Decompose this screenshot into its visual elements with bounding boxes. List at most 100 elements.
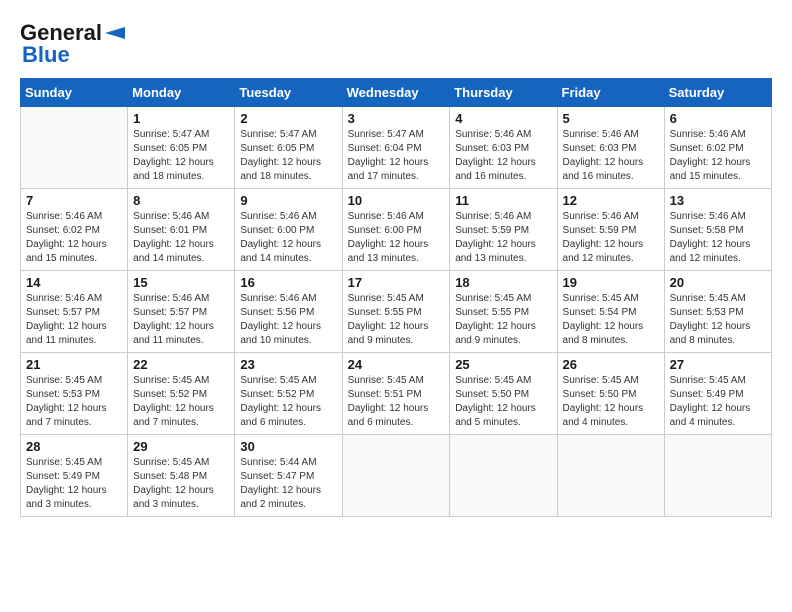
day-info: Sunrise: 5:45 AM Sunset: 5:49 PM Dayligh… xyxy=(26,456,122,512)
day-info: Sunrise: 5:45 AM Sunset: 5:49 PM Dayligh… xyxy=(670,374,766,430)
day-info: Sunrise: 5:45 AM Sunset: 5:55 PM Dayligh… xyxy=(348,292,445,348)
day-info: Sunrise: 5:46 AM Sunset: 5:59 PM Dayligh… xyxy=(455,210,551,266)
weekday-header-wednesday: Wednesday xyxy=(342,79,450,107)
day-info: Sunrise: 5:45 AM Sunset: 5:50 PM Dayligh… xyxy=(455,374,551,430)
day-number: 24 xyxy=(348,357,445,372)
day-number: 20 xyxy=(670,275,766,290)
day-info: Sunrise: 5:46 AM Sunset: 5:58 PM Dayligh… xyxy=(670,210,766,266)
day-number: 23 xyxy=(240,357,336,372)
day-number: 18 xyxy=(455,275,551,290)
page-header: General Blue xyxy=(20,20,772,68)
calendar-day-30: 30 Sunrise: 5:44 AM Sunset: 5:47 PM Dayli… xyxy=(235,435,342,517)
calendar-day-24: 24 Sunrise: 5:45 AM Sunset: 5:51 PM Dayli… xyxy=(342,353,450,435)
day-number: 21 xyxy=(26,357,122,372)
day-number: 15 xyxy=(133,275,229,290)
day-number: 3 xyxy=(348,111,445,126)
day-number: 22 xyxy=(133,357,229,372)
day-number: 9 xyxy=(240,193,336,208)
day-info: Sunrise: 5:45 AM Sunset: 5:53 PM Dayligh… xyxy=(26,374,122,430)
day-info: Sunrise: 5:45 AM Sunset: 5:53 PM Dayligh… xyxy=(670,292,766,348)
calendar-week-row: 21 Sunrise: 5:45 AM Sunset: 5:53 PM Dayli… xyxy=(21,353,772,435)
day-info: Sunrise: 5:47 AM Sunset: 6:05 PM Dayligh… xyxy=(133,128,229,184)
weekday-header-row: SundayMondayTuesdayWednesdayThursdayFrid… xyxy=(21,79,772,107)
calendar-day-17: 17 Sunrise: 5:45 AM Sunset: 5:55 PM Dayli… xyxy=(342,271,450,353)
day-info: Sunrise: 5:45 AM Sunset: 5:55 PM Dayligh… xyxy=(455,292,551,348)
calendar-day-18: 18 Sunrise: 5:45 AM Sunset: 5:55 PM Dayli… xyxy=(450,271,557,353)
day-info: Sunrise: 5:44 AM Sunset: 5:47 PM Dayligh… xyxy=(240,456,336,512)
day-info: Sunrise: 5:45 AM Sunset: 5:52 PM Dayligh… xyxy=(240,374,336,430)
calendar-empty-cell xyxy=(664,435,771,517)
calendar-empty-cell xyxy=(21,107,128,189)
calendar-week-row: 1 Sunrise: 5:47 AM Sunset: 6:05 PM Daylig… xyxy=(21,107,772,189)
day-number: 10 xyxy=(348,193,445,208)
calendar-day-23: 23 Sunrise: 5:45 AM Sunset: 5:52 PM Dayli… xyxy=(235,353,342,435)
day-info: Sunrise: 5:46 AM Sunset: 6:00 PM Dayligh… xyxy=(348,210,445,266)
day-number: 17 xyxy=(348,275,445,290)
day-info: Sunrise: 5:47 AM Sunset: 6:05 PM Dayligh… xyxy=(240,128,336,184)
logo-blue: Blue xyxy=(22,42,70,68)
calendar-day-8: 8Sunrise: 5:46 AM Sunset: 6:01 PM Daylig… xyxy=(128,189,235,271)
calendar-day-20: 20 Sunrise: 5:45 AM Sunset: 5:53 PM Dayli… xyxy=(664,271,771,353)
calendar-empty-cell xyxy=(342,435,450,517)
weekday-header-saturday: Saturday xyxy=(664,79,771,107)
day-number: 25 xyxy=(455,357,551,372)
day-number: 13 xyxy=(670,193,766,208)
calendar-day-13: 13 Sunrise: 5:46 AM Sunset: 5:58 PM Dayli… xyxy=(664,189,771,271)
calendar-day-11: 11 Sunrise: 5:46 AM Sunset: 5:59 PM Dayli… xyxy=(450,189,557,271)
calendar-day-14: 14 Sunrise: 5:46 AM Sunset: 5:57 PM Dayli… xyxy=(21,271,128,353)
day-number: 8 xyxy=(133,193,229,208)
logo: General Blue xyxy=(20,20,126,68)
calendar-day-7: 7 Sunrise: 5:46 AM Sunset: 6:02 PM Daylig… xyxy=(21,189,128,271)
logo-bird-icon xyxy=(103,24,125,42)
weekday-header-friday: Friday xyxy=(557,79,664,107)
day-info: Sunrise: 5:46 AM Sunset: 5:59 PM Dayligh… xyxy=(563,210,659,266)
calendar-day-25: 25 Sunrise: 5:45 AM Sunset: 5:50 PM Dayli… xyxy=(450,353,557,435)
day-number: 28 xyxy=(26,439,122,454)
calendar-day-3: 3Sunrise: 5:47 AM Sunset: 6:04 PM Daylig… xyxy=(342,107,450,189)
day-info: Sunrise: 5:46 AM Sunset: 6:03 PM Dayligh… xyxy=(455,128,551,184)
day-number: 4 xyxy=(455,111,551,126)
day-info: Sunrise: 5:45 AM Sunset: 5:54 PM Dayligh… xyxy=(563,292,659,348)
weekday-header-monday: Monday xyxy=(128,79,235,107)
day-number: 12 xyxy=(563,193,659,208)
calendar-day-5: 5 Sunrise: 5:46 AM Sunset: 6:03 PM Daylig… xyxy=(557,107,664,189)
calendar-table: SundayMondayTuesdayWednesdayThursdayFrid… xyxy=(20,78,772,517)
calendar-day-4: 4 Sunrise: 5:46 AM Sunset: 6:03 PM Daylig… xyxy=(450,107,557,189)
day-number: 27 xyxy=(670,357,766,372)
calendar-day-19: 19 Sunrise: 5:45 AM Sunset: 5:54 PM Dayli… xyxy=(557,271,664,353)
calendar-week-row: 7 Sunrise: 5:46 AM Sunset: 6:02 PM Daylig… xyxy=(21,189,772,271)
day-info: Sunrise: 5:45 AM Sunset: 5:50 PM Dayligh… xyxy=(563,374,659,430)
day-info: Sunrise: 5:45 AM Sunset: 5:51 PM Dayligh… xyxy=(348,374,445,430)
calendar-day-26: 26Sunrise: 5:45 AM Sunset: 5:50 PM Dayli… xyxy=(557,353,664,435)
day-number: 19 xyxy=(563,275,659,290)
calendar-day-22: 22 Sunrise: 5:45 AM Sunset: 5:52 PM Dayli… xyxy=(128,353,235,435)
weekday-header-thursday: Thursday xyxy=(450,79,557,107)
day-number: 1 xyxy=(133,111,229,126)
weekday-header-sunday: Sunday xyxy=(21,79,128,107)
day-number: 11 xyxy=(455,193,551,208)
day-number: 14 xyxy=(26,275,122,290)
day-number: 29 xyxy=(133,439,229,454)
day-number: 16 xyxy=(240,275,336,290)
calendar-day-1: 1 Sunrise: 5:47 AM Sunset: 6:05 PM Daylig… xyxy=(128,107,235,189)
day-info: Sunrise: 5:45 AM Sunset: 5:48 PM Dayligh… xyxy=(133,456,229,512)
calendar-day-12: 12 Sunrise: 5:46 AM Sunset: 5:59 PM Dayli… xyxy=(557,189,664,271)
calendar-day-21: 21 Sunrise: 5:45 AM Sunset: 5:53 PM Dayli… xyxy=(21,353,128,435)
day-number: 2 xyxy=(240,111,336,126)
day-info: Sunrise: 5:46 AM Sunset: 5:56 PM Dayligh… xyxy=(240,292,336,348)
day-info: Sunrise: 5:46 AM Sunset: 6:02 PM Dayligh… xyxy=(670,128,766,184)
day-info: Sunrise: 5:46 AM Sunset: 6:02 PM Dayligh… xyxy=(26,210,122,266)
calendar-day-15: 15Sunrise: 5:46 AM Sunset: 5:57 PM Dayli… xyxy=(128,271,235,353)
day-number: 7 xyxy=(26,193,122,208)
day-number: 5 xyxy=(563,111,659,126)
day-number: 30 xyxy=(240,439,336,454)
day-info: Sunrise: 5:46 AM Sunset: 5:57 PM Dayligh… xyxy=(26,292,122,348)
day-info: Sunrise: 5:46 AM Sunset: 6:03 PM Dayligh… xyxy=(563,128,659,184)
calendar-day-16: 16 Sunrise: 5:46 AM Sunset: 5:56 PM Dayli… xyxy=(235,271,342,353)
calendar-week-row: 28 Sunrise: 5:45 AM Sunset: 5:49 PM Dayli… xyxy=(21,435,772,517)
calendar-week-row: 14 Sunrise: 5:46 AM Sunset: 5:57 PM Dayli… xyxy=(21,271,772,353)
calendar-day-27: 27 Sunrise: 5:45 AM Sunset: 5:49 PM Dayli… xyxy=(664,353,771,435)
calendar-day-28: 28 Sunrise: 5:45 AM Sunset: 5:49 PM Dayli… xyxy=(21,435,128,517)
day-info: Sunrise: 5:45 AM Sunset: 5:52 PM Dayligh… xyxy=(133,374,229,430)
weekday-header-tuesday: Tuesday xyxy=(235,79,342,107)
